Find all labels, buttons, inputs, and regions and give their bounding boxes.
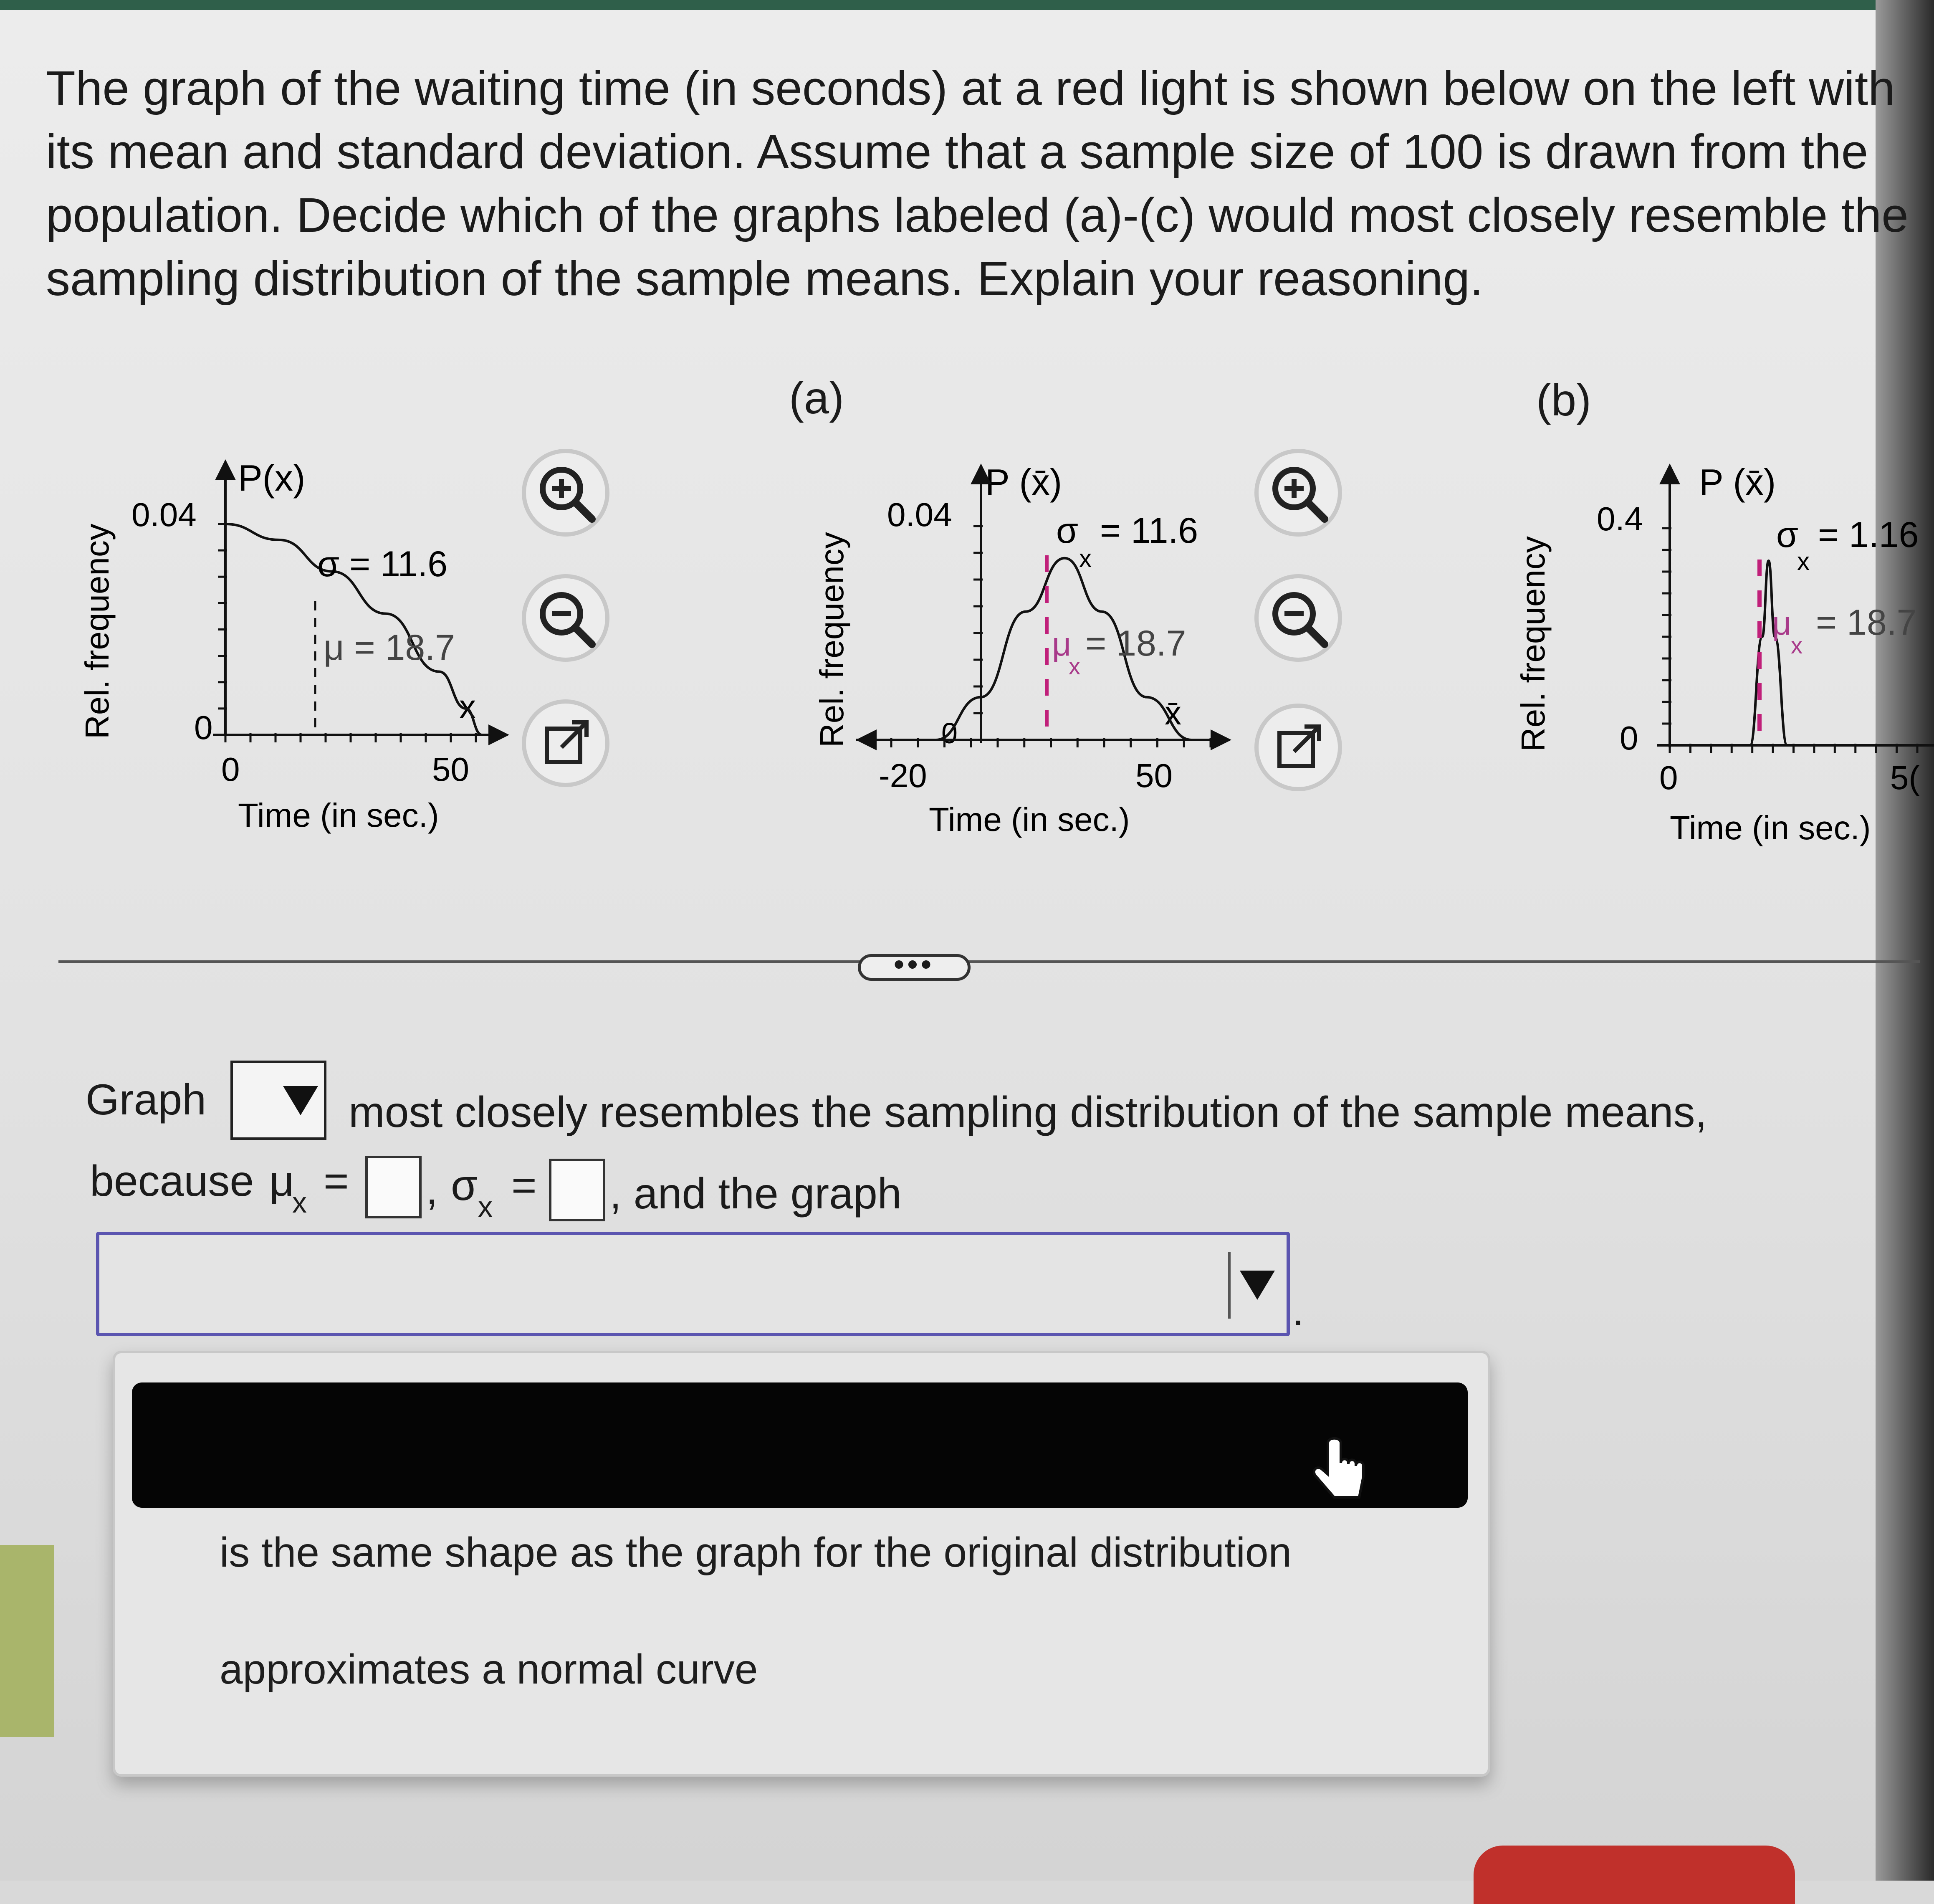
mu-input-box[interactable] bbox=[365, 1156, 422, 1218]
open-graph-button-original[interactable] bbox=[522, 699, 609, 787]
reason-dropdown-toggle[interactable] bbox=[1228, 1252, 1287, 1319]
period: . bbox=[1292, 1286, 1304, 1335]
y-axis-label: Rel. frequency bbox=[78, 524, 116, 739]
zoom-out-button-original[interactable] bbox=[522, 574, 609, 662]
x-axis-label: Time (in sec.) bbox=[929, 801, 1130, 838]
reason-options-list: is the same shape as the graph for the o… bbox=[113, 1351, 1490, 1777]
x-axis-arrow bbox=[488, 724, 509, 745]
x-tick-0: 0 bbox=[1659, 759, 1678, 796]
mu-label: = 18.7 bbox=[1816, 603, 1917, 643]
x-tick-neg20: -20 bbox=[879, 757, 927, 794]
sentence-rest: most closely resembles the sampling dist… bbox=[349, 1088, 1707, 1137]
y-axis-arrow bbox=[1659, 463, 1680, 484]
option-same-shape[interactable]: is the same shape as the graph for the o… bbox=[220, 1529, 1292, 1577]
mu-sub: x bbox=[1791, 632, 1803, 658]
x-axis-left-arrow bbox=[856, 729, 877, 750]
dropdown-arrow-icon bbox=[283, 1086, 318, 1115]
zoom-out-icon bbox=[540, 592, 596, 648]
x-tick-50: 5( bbox=[1890, 759, 1920, 796]
zoom-out-button-a[interactable] bbox=[1254, 574, 1342, 662]
sigma-sub: x bbox=[478, 1190, 493, 1223]
y-tick-zero: 0 bbox=[194, 709, 213, 746]
sigma-symbol: σ bbox=[1776, 515, 1798, 555]
reason-dropdown[interactable] bbox=[96, 1232, 1290, 1336]
x-axis-arrow bbox=[1211, 729, 1231, 750]
zoom-in-button-original[interactable] bbox=[522, 449, 609, 537]
x-tick-50: 50 bbox=[1135, 757, 1173, 794]
x-axis-label: Time (in sec.) bbox=[1670, 809, 1871, 846]
sigma-sub: x bbox=[1079, 544, 1092, 572]
y-axis-label: Rel. frequency bbox=[1515, 536, 1552, 752]
graph-a: Rel. frequency 0.04 0 P (x̄) x̄ σ x = 11… bbox=[813, 461, 1231, 838]
mu-label: = 18.7 bbox=[1085, 623, 1186, 663]
sigma-label: = 11.6 bbox=[1100, 511, 1198, 551]
y-axis-title: P (x̄) bbox=[1699, 461, 1776, 503]
mu-sub: x bbox=[292, 1186, 307, 1219]
sigma-label: σ = 11.6 bbox=[317, 544, 447, 584]
zoom-in-button-a[interactable] bbox=[1254, 449, 1342, 537]
sigma-equals: = bbox=[511, 1161, 537, 1210]
y-axis-arrow bbox=[215, 459, 236, 480]
open-graph-button-a[interactable] bbox=[1254, 704, 1342, 791]
expand-button[interactable]: ••• bbox=[858, 949, 971, 981]
external-link-icon bbox=[1277, 724, 1321, 768]
x-tick-0: 0 bbox=[221, 751, 240, 788]
sigma-symbol: σ bbox=[451, 1161, 478, 1210]
y-tick-top: 0.04 bbox=[887, 496, 952, 533]
y-tick-top: 0.04 bbox=[131, 496, 197, 533]
mu-symbol: μ bbox=[269, 1157, 294, 1205]
graph-b: Rel. frequency 0.4 0 P (x̄) σ x = 1.16 μ… bbox=[1515, 461, 1934, 846]
external-link-icon bbox=[545, 720, 589, 764]
hand-pointer-icon bbox=[1312, 1437, 1365, 1499]
mu-label: μ = 18.7 bbox=[324, 628, 455, 668]
y-axis-label: Rel. frequency bbox=[813, 532, 850, 747]
sigma-input-box[interactable] bbox=[549, 1159, 605, 1221]
mu-symbol: μ bbox=[1772, 605, 1791, 642]
zoom-in-icon bbox=[540, 467, 596, 523]
question-text: The graph of the waiting time (in second… bbox=[46, 61, 1909, 306]
zoom-out-icon bbox=[1272, 592, 1328, 648]
y-axis-title: P(x) bbox=[238, 457, 305, 499]
y-axis-title: P (x̄) bbox=[985, 461, 1062, 503]
top-bar bbox=[0, 0, 1934, 10]
graph-b-label: (b) bbox=[1536, 375, 1591, 425]
y-tick-top: 0.4 bbox=[1597, 500, 1643, 537]
dropdown-arrow-icon bbox=[1240, 1271, 1275, 1300]
graph-a-label: (a) bbox=[789, 372, 844, 423]
mu-equals: = bbox=[324, 1157, 349, 1205]
x-tick-50: 50 bbox=[432, 751, 469, 788]
option-blank-highlighted[interactable] bbox=[132, 1382, 1468, 1508]
sigma-label: = 1.16 bbox=[1818, 515, 1919, 555]
and-graph-text: , and the graph bbox=[609, 1170, 902, 1218]
comma: , bbox=[426, 1165, 438, 1214]
option-normal-curve[interactable]: approximates a normal curve bbox=[220, 1646, 758, 1694]
original-distribution-graph: Rel. frequency 0.04 0 P(x) x σ = 11.6 μ … bbox=[78, 457, 509, 834]
because-word: because bbox=[90, 1157, 254, 1205]
mu-sub: x bbox=[1069, 653, 1080, 679]
graph-word: Graph bbox=[86, 1076, 207, 1124]
y-tick-zero: 0 bbox=[1620, 719, 1638, 757]
distribution-curve bbox=[1749, 559, 1789, 747]
zoom-in-icon bbox=[1272, 467, 1328, 523]
graph-select-dropdown[interactable] bbox=[230, 1061, 326, 1140]
sigma-sub: x bbox=[1797, 547, 1810, 575]
submit-button[interactable] bbox=[1474, 1846, 1795, 1904]
x-axis-label: Time (in sec.) bbox=[238, 797, 439, 834]
sigma-symbol: σ bbox=[1056, 511, 1078, 551]
side-tab bbox=[0, 1545, 54, 1737]
section-divider bbox=[58, 960, 1920, 963]
